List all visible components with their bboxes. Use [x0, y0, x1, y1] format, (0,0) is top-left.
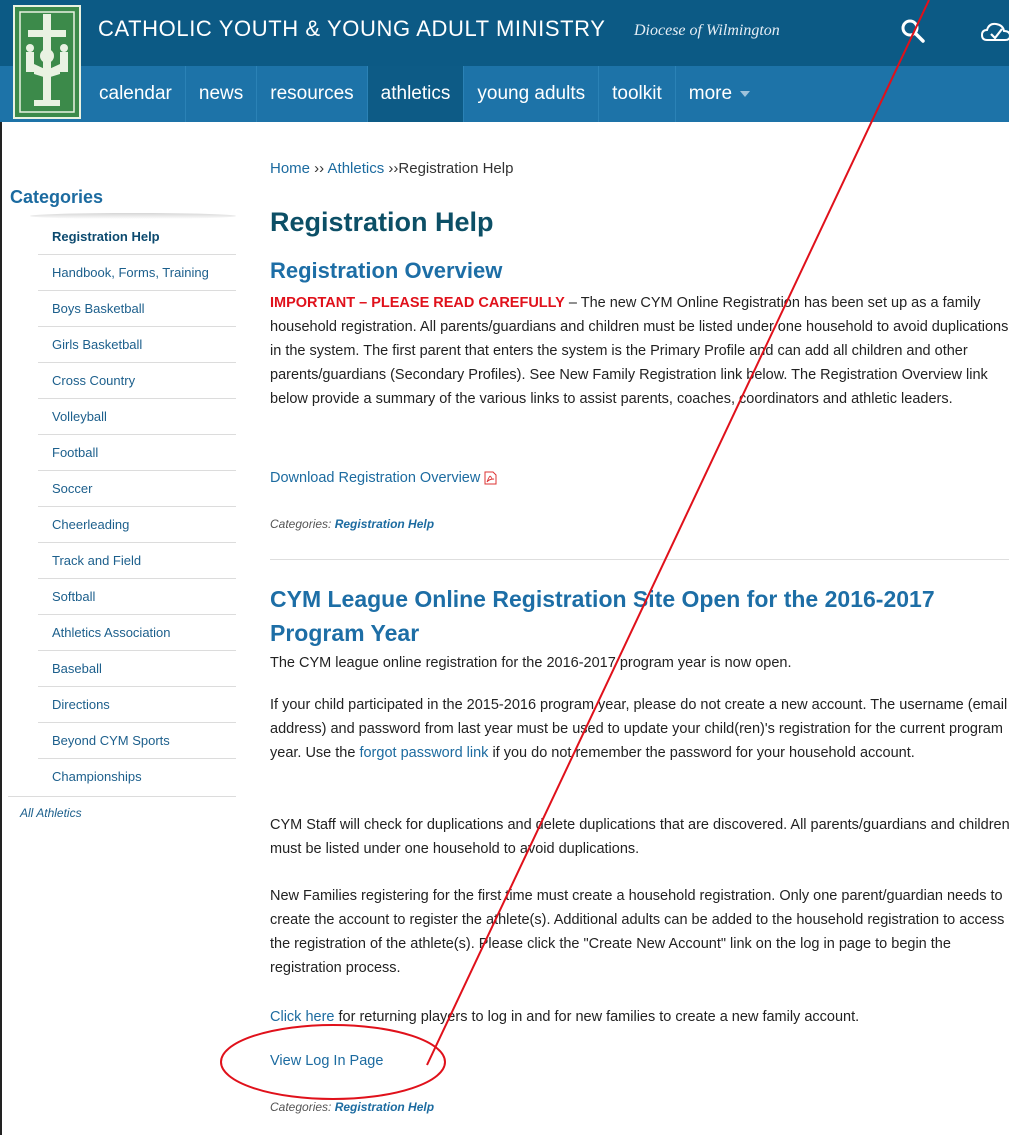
category-link[interactable]: Registration Help: [335, 517, 434, 531]
breadcrumb-separator: ››: [384, 160, 399, 177]
post-body-text: – The new CYM Online Registration has be…: [270, 295, 1009, 407]
nav-more[interactable]: more: [676, 66, 763, 122]
post-title-league-registration-line2[interactable]: Program Year: [270, 620, 419, 647]
nav-resources[interactable]: resources: [257, 66, 368, 122]
diocese-name[interactable]: Diocese of Wilmington: [634, 22, 780, 40]
category-item[interactable]: Championships: [38, 759, 236, 794]
sidebar-divider: [8, 796, 236, 797]
post-categories: Categories: Registration Help: [270, 517, 434, 531]
ministry-logo-icon[interactable]: [12, 4, 82, 120]
breadcrumb-current: Registration Help: [398, 160, 514, 177]
category-item[interactable]: Track and Field: [38, 543, 236, 579]
click-here-link[interactable]: Click here: [270, 1009, 334, 1025]
forgot-password-link[interactable]: forgot password link: [359, 745, 488, 761]
nav-label: athletics: [380, 83, 451, 104]
category-item[interactable]: Registration Help: [38, 219, 236, 255]
post-body: IMPORTANT – PLEASE READ CAREFULLY – The …: [270, 291, 1009, 411]
post-title-registration-overview[interactable]: Registration Overview: [270, 258, 502, 284]
important-notice: IMPORTANT – PLEASE READ CAREFULLY: [270, 295, 565, 311]
post-paragraph-duplications: CYM Staff will check for duplications an…: [270, 817, 1009, 857]
login-link-row: View Log In Page: [270, 1049, 1009, 1073]
page-title: Registration Help: [270, 207, 494, 237]
categories-label: Categories:: [270, 1100, 332, 1114]
post-intro: The CYM league online registration for t…: [270, 655, 792, 671]
nav-toolkit[interactable]: toolkit: [599, 66, 676, 122]
nav-athletics[interactable]: athletics: [367, 66, 465, 122]
category-item[interactable]: Softball: [38, 579, 236, 615]
breadcrumb-home[interactable]: Home: [270, 160, 310, 177]
post-divider: [270, 559, 1009, 560]
nav-label: more: [688, 83, 733, 104]
view-login-page-link[interactable]: View Log In Page: [270, 1053, 383, 1069]
category-item[interactable]: Soccer: [38, 471, 236, 507]
post-paragraph-click-here: Click here for returning players to log …: [270, 1005, 1009, 1029]
post-title-league-registration[interactable]: CYM League Online Registration Site Open…: [270, 586, 935, 613]
pdf-icon[interactable]: [484, 471, 497, 485]
post-paragraph-returning: If your child participated in the 2015-2…: [270, 693, 1009, 765]
category-item[interactable]: Girls Basketball: [38, 327, 236, 363]
category-item[interactable]: Volleyball: [38, 399, 236, 435]
post-categories: Categories: Registration Help: [270, 1100, 434, 1114]
main-nav: calendar news resources athletics young …: [86, 66, 763, 122]
category-item[interactable]: Directions: [38, 687, 236, 723]
download-overview-link[interactable]: Download Registration Overview: [270, 470, 480, 486]
nav-label: calendar: [99, 83, 172, 104]
cloud-check-icon[interactable]: [981, 20, 1009, 46]
all-athletics-link[interactable]: All Athletics: [20, 806, 82, 820]
nav-label: resources: [270, 83, 354, 104]
post-paragraph-new-families: New Families registering for the first t…: [270, 888, 1005, 976]
categories-heading: Categories: [10, 187, 104, 207]
categories-list: Registration Help Handbook, Forms, Train…: [38, 219, 236, 794]
breadcrumb-separator: ››: [310, 160, 328, 177]
search-icon[interactable]: [900, 18, 926, 44]
category-item[interactable]: Football: [38, 435, 236, 471]
nav-label: news: [198, 83, 244, 104]
nav-calendar[interactable]: calendar: [86, 66, 186, 122]
breadcrumb-athletics[interactable]: Athletics: [328, 160, 385, 177]
category-link[interactable]: Registration Help: [335, 1100, 434, 1114]
category-item[interactable]: Athletics Association: [38, 615, 236, 651]
nav-label: young adults: [477, 83, 586, 104]
category-item[interactable]: Handbook, Forms, Training: [38, 255, 236, 291]
category-item[interactable]: Cross Country: [38, 363, 236, 399]
category-item[interactable]: Beyond CYM Sports: [38, 723, 236, 759]
categories-label: Categories:: [270, 517, 332, 531]
breadcrumb: Home ›› Athletics ››Registration Help: [270, 160, 513, 177]
category-item[interactable]: Boys Basketball: [38, 291, 236, 327]
chevron-down-icon: [740, 90, 751, 97]
page-left-border: [0, 0, 8, 1135]
post-text: for returning players to log in and for …: [334, 1009, 860, 1025]
site-header: CATHOLIC YOUTH & YOUNG ADULT MINISTRY Di…: [0, 0, 1009, 122]
download-row: Download Registration Overview: [270, 466, 1009, 490]
post-text: if you do not remember the password for …: [488, 745, 915, 761]
nav-young-adults[interactable]: young adults: [464, 66, 600, 122]
nav-news[interactable]: news: [186, 66, 258, 122]
category-item[interactable]: Cheerleading: [38, 507, 236, 543]
site-title[interactable]: CATHOLIC YOUTH & YOUNG ADULT MINISTRY: [98, 16, 606, 42]
category-item[interactable]: Baseball: [38, 651, 236, 687]
nav-label: toolkit: [612, 83, 662, 104]
